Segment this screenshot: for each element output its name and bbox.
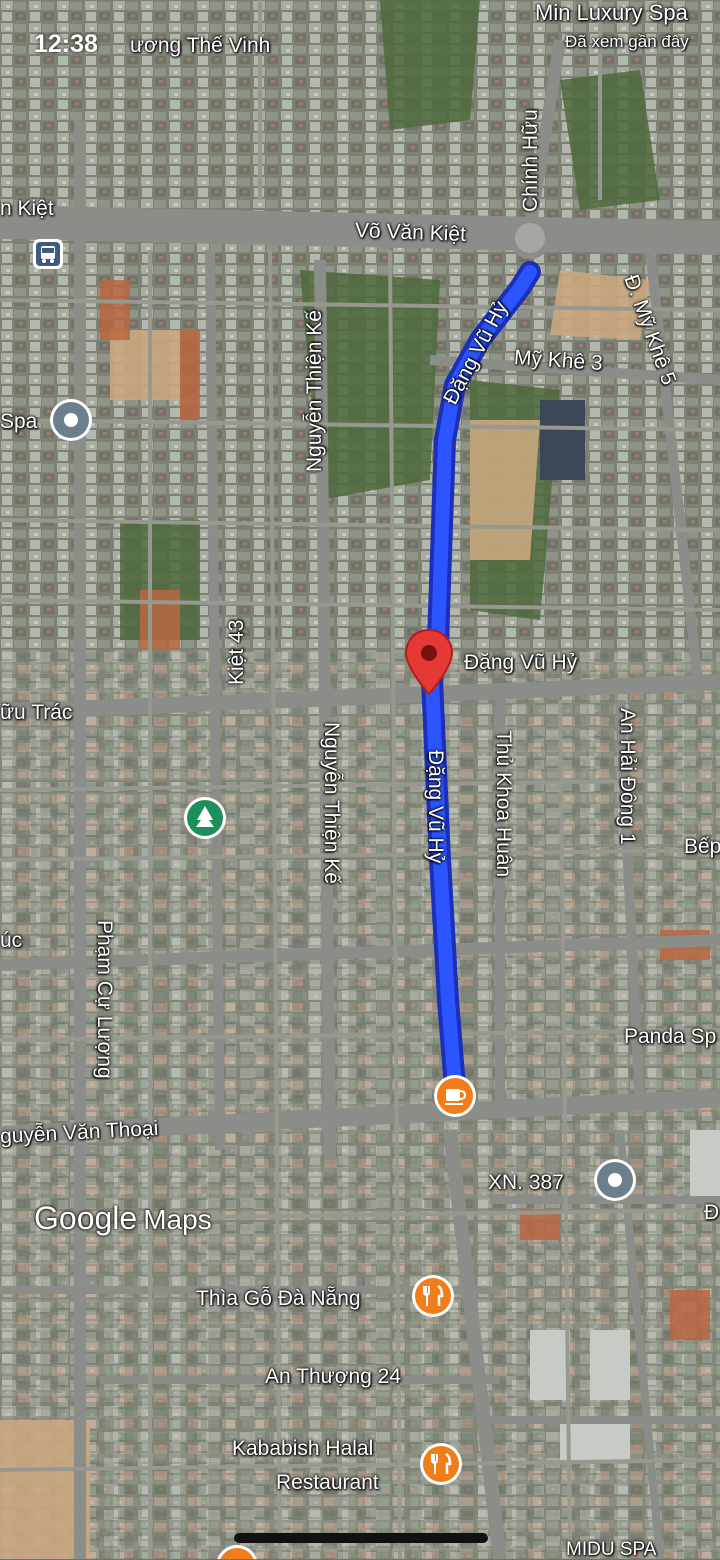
google-maps-logo: Google Maps <box>34 1200 212 1237</box>
street-label: Thủ Khoa Huân <box>492 730 515 878</box>
street-label: An Thượng 24 <box>265 1365 402 1388</box>
place-label[interactable]: Đ <box>704 1202 719 1223</box>
park-tree-icon[interactable] <box>182 796 228 846</box>
destination-label[interactable]: Đặng Vũ Hỷ <box>464 652 577 673</box>
place-label[interactable]: Bếp <box>684 836 720 857</box>
street-label: úc <box>0 929 23 952</box>
place-label[interactable]: Panda Sp <box>624 1026 716 1047</box>
street-label: Nguyễn Thiện Kế <box>320 722 343 884</box>
cafe-icon[interactable] <box>432 1074 478 1124</box>
restaurant-icon[interactable] <box>214 1544 260 1559</box>
street-label: An Hải Đông 1 <box>616 708 639 845</box>
place-label[interactable]: XN. 387 <box>488 1172 564 1193</box>
destination-pin-icon[interactable] <box>404 628 454 698</box>
street-label: Chính Hữu <box>519 109 542 212</box>
street-label: Võ Văn Kiệt <box>354 219 467 246</box>
restaurant-icon[interactable] <box>418 1442 464 1492</box>
home-indicator[interactable] <box>234 1533 488 1543</box>
restaurant-icon[interactable] <box>410 1274 456 1324</box>
street-label: n Kiệt <box>0 197 54 220</box>
roundabout <box>509 217 551 259</box>
place-sublabel: Đã xem gần đây <box>565 32 689 51</box>
place-label[interactable]: MIDU SPA <box>566 1540 656 1559</box>
street-label: Phạm Cự Lượng <box>93 920 116 1079</box>
place-label[interactable]: Restaurant <box>276 1472 379 1493</box>
bus-stop-icon[interactable] <box>32 238 64 270</box>
status-time: 12:38 <box>34 30 98 58</box>
street-label: Đặng Vũ Hỷ <box>424 750 447 864</box>
google-wordmark: Google <box>34 1200 138 1236</box>
place-pin-icon[interactable] <box>592 1158 638 1208</box>
street-label: Kiệt 43 <box>225 619 248 685</box>
place-label[interactable]: Min Luxury Spa <box>535 2 688 24</box>
place-label[interactable]: Spa <box>0 411 37 432</box>
street-label: ương Thế Vinh <box>130 34 271 57</box>
place-label[interactable]: Thìa Gỗ Đà Nẵng <box>196 1288 361 1309</box>
place-label[interactable]: Kababish Halal <box>232 1438 373 1459</box>
street-label: Nguyễn Thiện Kế <box>303 310 326 472</box>
maps-wordmark: Maps <box>143 1204 212 1235</box>
street-label: ữu Trác <box>0 701 73 724</box>
place-pin-icon[interactable] <box>48 398 94 448</box>
